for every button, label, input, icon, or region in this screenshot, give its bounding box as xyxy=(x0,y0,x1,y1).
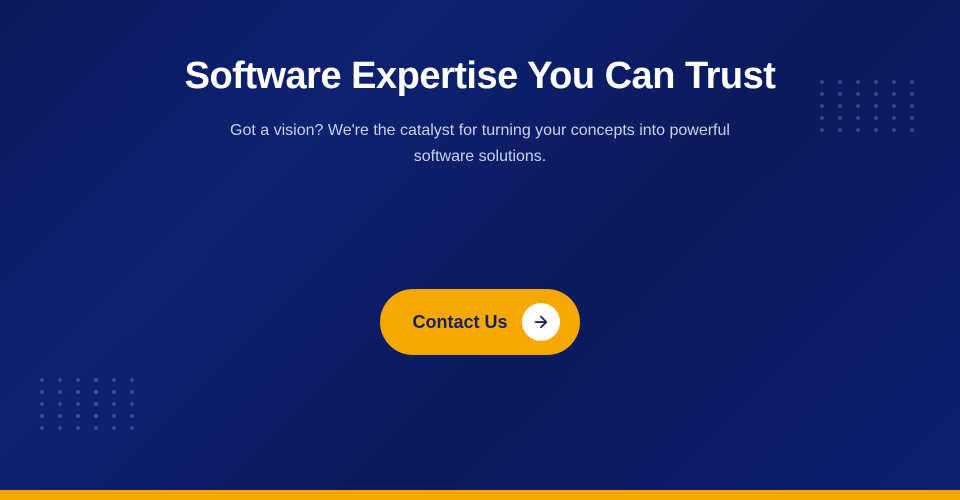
dot xyxy=(910,104,914,108)
dot xyxy=(112,378,116,382)
dot xyxy=(40,402,44,406)
dot xyxy=(112,426,116,430)
dot xyxy=(838,92,842,96)
dot xyxy=(112,390,116,394)
dot xyxy=(40,390,44,394)
dot xyxy=(130,402,134,406)
dot xyxy=(910,128,914,132)
dot xyxy=(130,414,134,418)
dot xyxy=(874,116,878,120)
dot xyxy=(892,116,896,120)
dot xyxy=(838,116,842,120)
dot xyxy=(58,390,62,394)
dot xyxy=(76,378,80,382)
dot xyxy=(820,92,824,96)
dot xyxy=(874,80,878,84)
dot xyxy=(856,80,860,84)
dot xyxy=(838,80,842,84)
page-wrapper: Software Expertise You Can Trust Got a v… xyxy=(0,0,960,500)
dot xyxy=(58,426,62,430)
dot xyxy=(94,414,98,418)
contact-button-label: Contact Us xyxy=(412,312,507,333)
dot-grid-right xyxy=(820,80,920,132)
dot xyxy=(58,414,62,418)
dot xyxy=(130,390,134,394)
dot-grid-left xyxy=(40,378,140,430)
dot xyxy=(76,402,80,406)
dot xyxy=(112,414,116,418)
dot xyxy=(856,92,860,96)
dot xyxy=(76,426,80,430)
dot xyxy=(874,128,878,132)
arrow-circle xyxy=(522,303,560,341)
dot xyxy=(892,104,896,108)
dot xyxy=(58,402,62,406)
dot xyxy=(874,92,878,96)
dot xyxy=(820,128,824,132)
dot xyxy=(130,378,134,382)
contact-us-button[interactable]: Contact Us xyxy=(380,289,579,355)
dot xyxy=(94,402,98,406)
hero-section: Software Expertise You Can Trust Got a v… xyxy=(0,0,960,490)
gold-bar xyxy=(0,490,960,500)
hero-title: Software Expertise You Can Trust xyxy=(185,55,776,98)
dot xyxy=(910,80,914,84)
dot xyxy=(94,378,98,382)
dot xyxy=(76,414,80,418)
dot xyxy=(76,390,80,394)
dot xyxy=(910,92,914,96)
dot xyxy=(838,104,842,108)
dot xyxy=(838,128,842,132)
dot xyxy=(856,104,860,108)
dot xyxy=(820,80,824,84)
dot xyxy=(910,116,914,120)
dot xyxy=(112,402,116,406)
dot xyxy=(820,116,824,120)
dot xyxy=(820,104,824,108)
dot xyxy=(40,426,44,430)
dot xyxy=(58,378,62,382)
hero-subtitle: Got a vision? We're the catalyst for tur… xyxy=(230,118,730,169)
dot xyxy=(856,116,860,120)
dot xyxy=(94,390,98,394)
dot xyxy=(892,128,896,132)
dot xyxy=(892,80,896,84)
arrow-right-icon xyxy=(532,313,550,331)
dot xyxy=(40,378,44,382)
dot xyxy=(874,104,878,108)
dot xyxy=(892,92,896,96)
dot xyxy=(94,426,98,430)
dot xyxy=(130,426,134,430)
dot xyxy=(40,414,44,418)
dot xyxy=(856,128,860,132)
